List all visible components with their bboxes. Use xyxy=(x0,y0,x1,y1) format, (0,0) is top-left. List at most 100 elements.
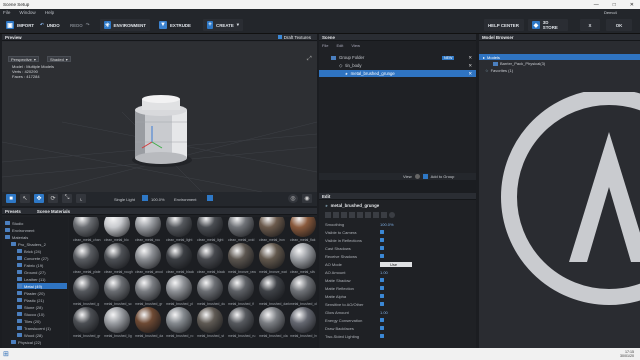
minimize-button[interactable]: — xyxy=(594,2,599,8)
undo-button[interactable]: ↶ UNDO xyxy=(36,19,64,31)
property-checkbox[interactable] xyxy=(380,238,384,242)
import-button[interactable]: ▣ IMPORT xyxy=(2,19,38,31)
texture-icon[interactable] xyxy=(333,212,339,218)
material-thumbnail[interactable] xyxy=(73,275,99,301)
specular-icon[interactable] xyxy=(349,212,355,218)
tab-scene-materials[interactable]: Scene Materials xyxy=(37,209,70,214)
preset-tree-item[interactable]: Tiles (20) xyxy=(17,318,67,324)
model-item[interactable]: Barrier_Pack_Physical(3) xyxy=(493,61,545,66)
preset-tree-item[interactable]: Metal (49) xyxy=(17,283,67,289)
store-button[interactable]: ◆ 3D STORE xyxy=(528,19,568,31)
property-value[interactable]: 100.0% xyxy=(380,222,394,227)
material-thumbnail[interactable] xyxy=(290,243,316,269)
material-thumbnail[interactable] xyxy=(104,275,130,301)
material-thumbnail[interactable] xyxy=(104,217,130,237)
property-checkbox[interactable] xyxy=(380,286,384,290)
bump-icon[interactable] xyxy=(341,212,347,218)
property-checkbox[interactable] xyxy=(380,326,384,330)
reflection-icon[interactable] xyxy=(357,212,363,218)
close-window-button[interactable]: ✕ xyxy=(630,2,634,8)
move-tool-button[interactable]: ✥ xyxy=(34,194,44,203)
scene-menu-file[interactable]: File xyxy=(322,43,328,48)
property-checkbox[interactable] xyxy=(380,294,384,298)
properties-icon[interactable] xyxy=(325,212,331,218)
scene-row-group[interactable]: Group Folder NEW ✕ xyxy=(319,54,476,61)
cancel-button[interactable]: X xyxy=(580,19,600,31)
close-icon[interactable]: ✕ xyxy=(468,63,472,69)
material-thumbnail[interactable] xyxy=(197,243,223,269)
material-thumbnail[interactable] xyxy=(166,275,192,301)
material-thumbnail[interactable] xyxy=(259,307,285,333)
material-thumbnail[interactable] xyxy=(197,217,223,237)
material-thumbnail[interactable] xyxy=(290,275,316,301)
redo-button[interactable]: REDO ↷ xyxy=(66,19,93,31)
draft-textures-toggle[interactable]: Draft Textures xyxy=(277,35,317,40)
preset-tree-item[interactable]: Translucent (1) xyxy=(17,325,67,331)
scene-menu-view[interactable]: View xyxy=(351,43,360,48)
material-thumbnail[interactable] xyxy=(290,217,316,237)
material-thumbnail[interactable] xyxy=(104,243,130,269)
property-checkbox[interactable] xyxy=(380,334,384,338)
add-icon[interactable] xyxy=(422,174,428,179)
material-thumbnail[interactable] xyxy=(228,243,254,269)
preset-tree-item[interactable]: Wood (28) xyxy=(17,332,67,338)
3d-viewport[interactable]: Perspective ▾ Shaded ▾ Model : Multiple Mo… xyxy=(2,42,317,192)
models-root[interactable]: ▸ Models xyxy=(479,54,640,60)
property-value[interactable]: Use xyxy=(380,261,412,267)
reset-view-button[interactable]: ◎ xyxy=(288,194,298,203)
material-thumbnail[interactable] xyxy=(166,243,192,269)
rotate-tool-button[interactable]: ⟳ xyxy=(48,194,58,203)
lighting-toggle[interactable] xyxy=(142,195,148,201)
material-thumbnail[interactable] xyxy=(135,243,161,269)
property-checkbox[interactable] xyxy=(380,278,384,282)
property-checkbox[interactable] xyxy=(380,246,384,250)
preset-tree-item[interactable]: Fabric (19) xyxy=(17,262,67,268)
material-thumbnail[interactable] xyxy=(259,243,285,269)
environment-toggle[interactable] xyxy=(207,195,213,201)
material-thumbnail[interactable] xyxy=(73,307,99,333)
preset-tree-item[interactable]: Brick (24) xyxy=(17,248,67,254)
preset-tree-item[interactable]: Concrete (27) xyxy=(17,255,67,261)
preset-tree-item[interactable]: Leather (11) xyxy=(17,276,67,282)
preset-tree-item[interactable]: Stucco (10) xyxy=(17,311,67,317)
preset-tree-item[interactable]: Stone (28) xyxy=(17,304,67,310)
preset-tree-item[interactable]: Environment xyxy=(5,227,67,233)
material-thumbnail[interactable] xyxy=(135,217,161,237)
material-thumbnail[interactable] xyxy=(228,275,254,301)
material-thumbnail[interactable] xyxy=(135,275,161,301)
menu-window[interactable]: Window xyxy=(19,10,35,15)
view-toggle-icon[interactable] xyxy=(414,174,420,179)
settings-icon[interactable] xyxy=(381,212,387,218)
material-thumbnail[interactable] xyxy=(228,217,254,237)
material-thumbnail[interactable] xyxy=(104,307,130,333)
material-thumbnail[interactable] xyxy=(197,307,223,333)
preset-tree-item[interactable]: Ground (27) xyxy=(17,269,67,275)
preset-tree-item[interactable]: Plastic (21) xyxy=(17,297,67,303)
preset-tree-item[interactable]: Materials xyxy=(5,234,67,240)
material-thumbnail[interactable] xyxy=(73,243,99,269)
material-thumbnail[interactable] xyxy=(166,217,192,237)
tab-presets[interactable]: Presets xyxy=(5,209,21,214)
material-thumbnail[interactable] xyxy=(290,307,316,333)
help-center-button[interactable]: HELP CENTER xyxy=(484,19,524,31)
camera-tool-button[interactable]: ■ xyxy=(6,194,16,203)
material-thumbnail[interactable] xyxy=(166,307,192,333)
property-checkbox[interactable] xyxy=(380,318,384,322)
close-icon[interactable]: ✕ xyxy=(468,55,472,61)
ok-button[interactable]: OK xyxy=(606,19,632,31)
material-thumbnail[interactable] xyxy=(73,217,99,237)
menu-file[interactable]: File xyxy=(3,10,10,15)
property-value[interactable]: 1.00 xyxy=(380,310,388,315)
property-checkbox[interactable] xyxy=(380,230,384,234)
pivot-tool-button[interactable]: ⌞ xyxy=(76,194,86,203)
scene-menu-edit[interactable]: Edit xyxy=(336,43,343,48)
material-thumbnail[interactable] xyxy=(259,275,285,301)
maximize-button[interactable]: □ xyxy=(613,2,616,8)
menu-help[interactable]: Help xyxy=(45,10,54,15)
property-checkbox[interactable] xyxy=(380,302,384,306)
favorites-item[interactable]: ☆ Favorites (1) xyxy=(485,68,513,73)
preset-tree-item[interactable]: Plaster (20) xyxy=(17,290,67,296)
select-tool-button[interactable]: ↖ xyxy=(20,194,30,203)
material-thumbnail[interactable] xyxy=(228,307,254,333)
property-checkbox[interactable] xyxy=(380,254,384,258)
